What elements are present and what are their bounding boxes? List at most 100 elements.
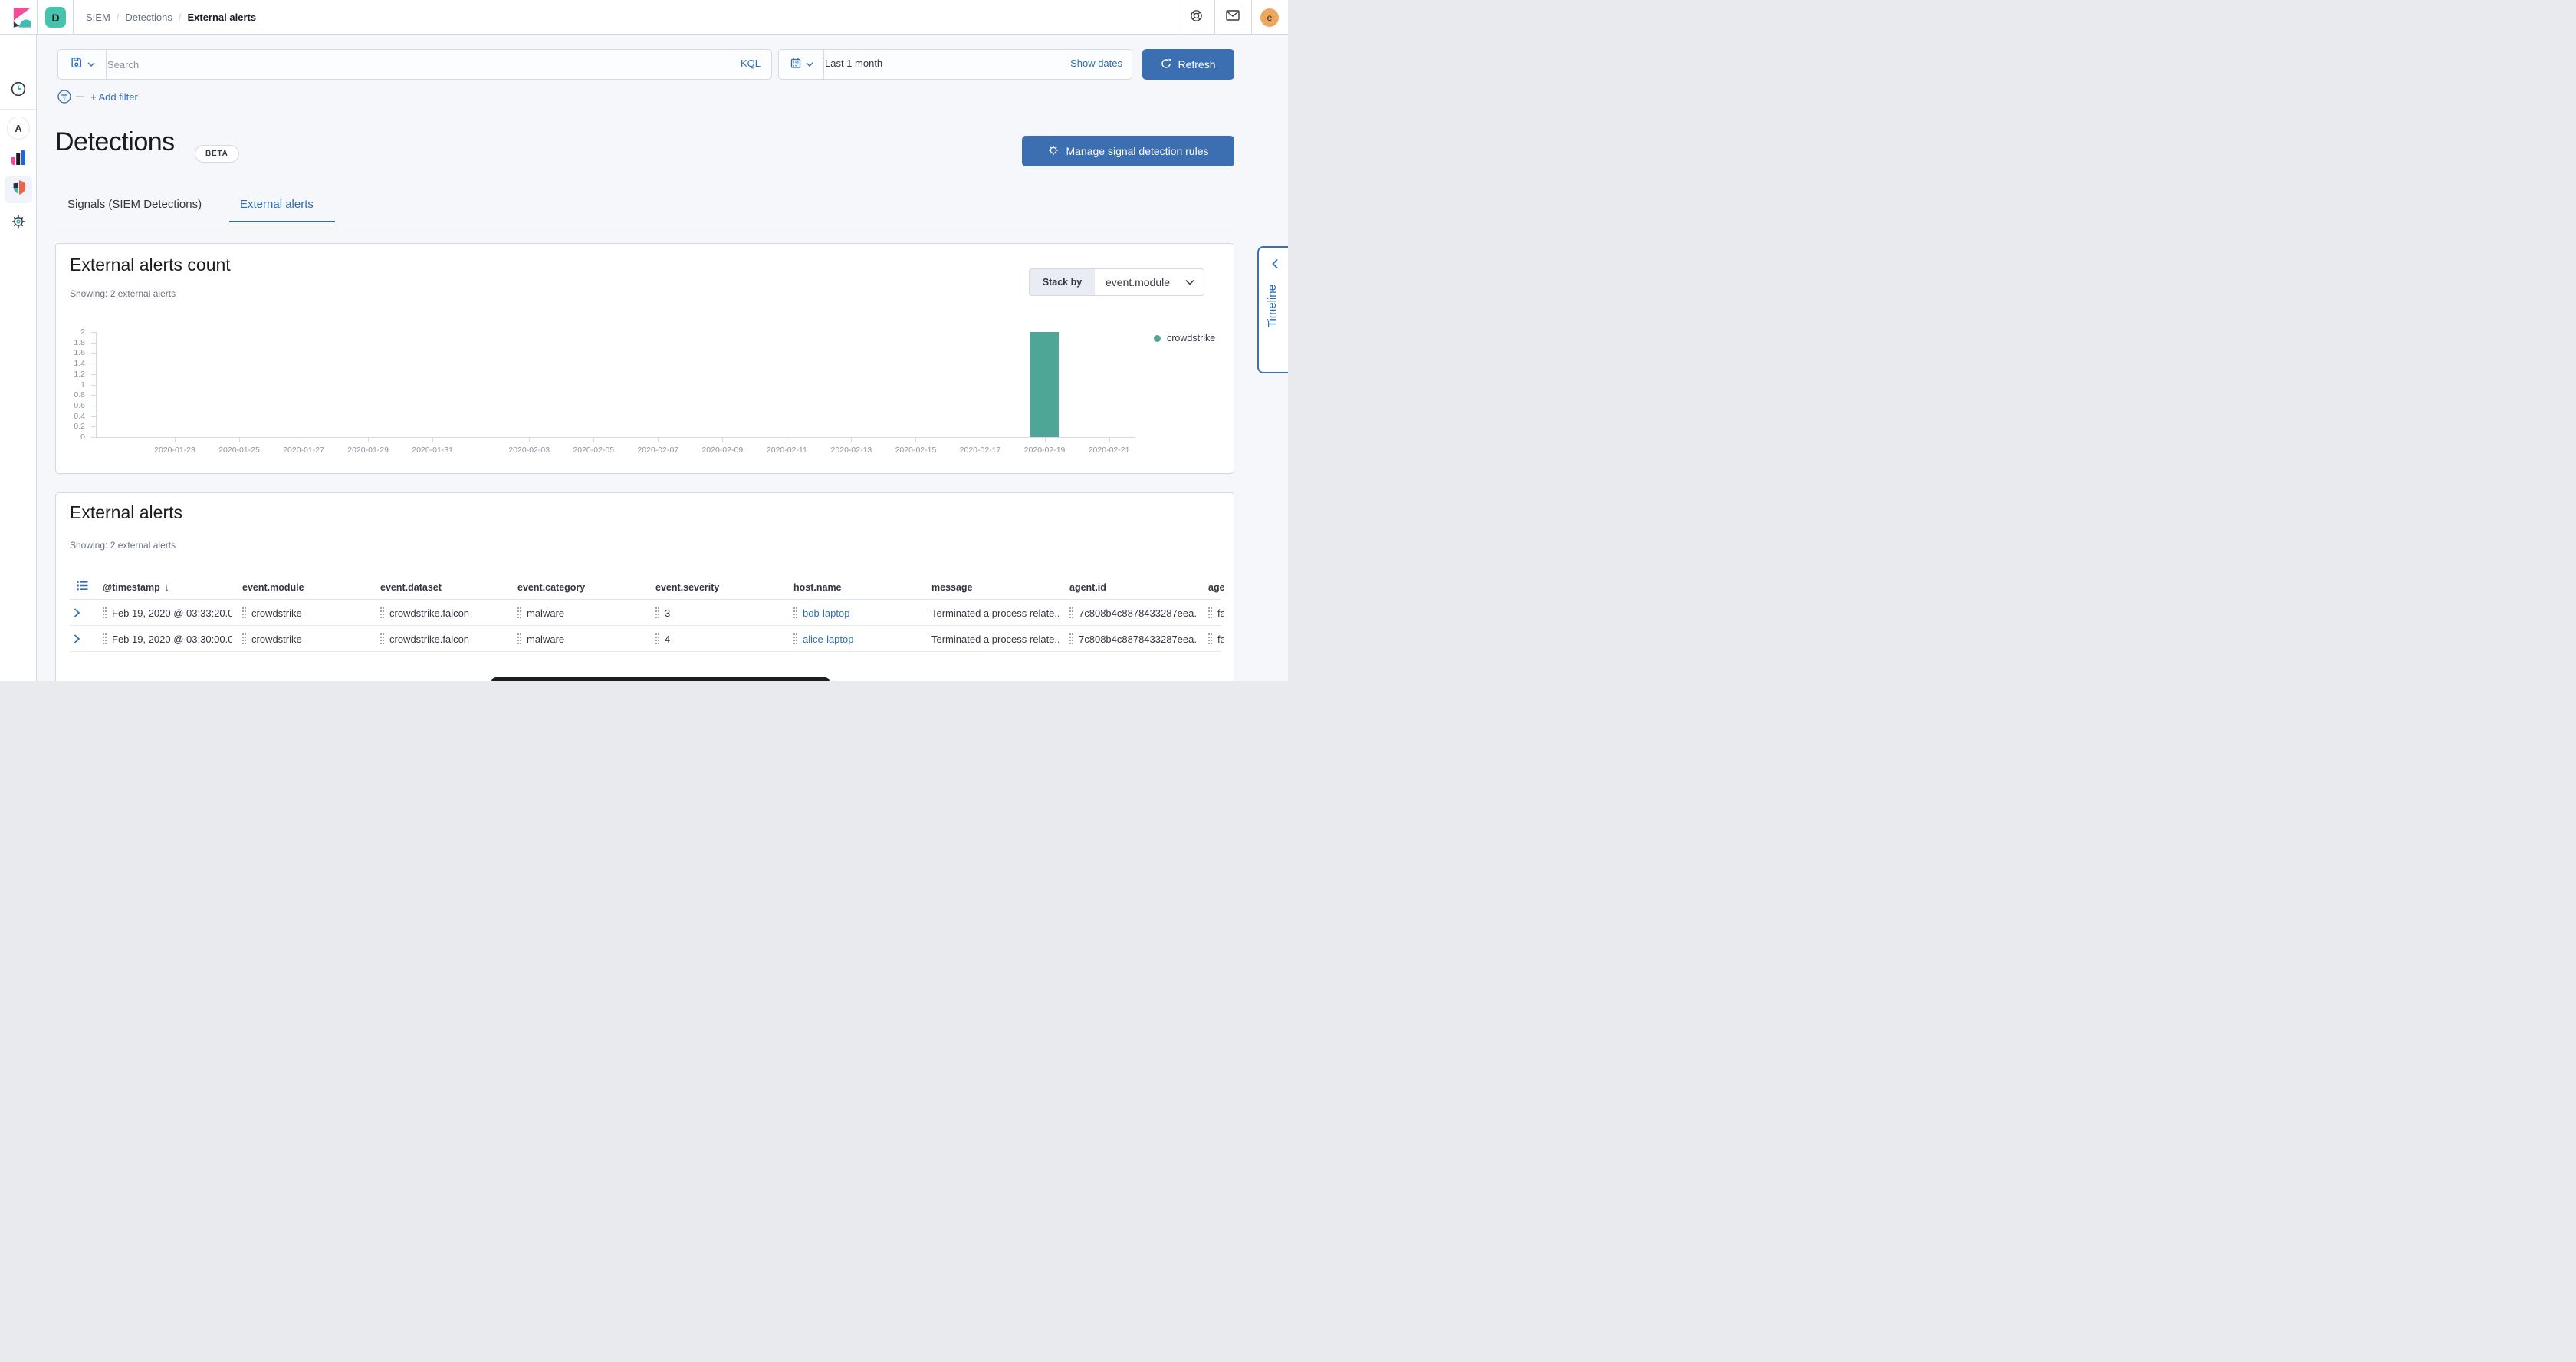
tab-signals[interactable]: Signals (SIEM Detections) <box>67 198 202 211</box>
column-header-agent.id[interactable]: agent.id <box>1070 582 1198 593</box>
chevron-down-icon[interactable] <box>1185 269 1204 295</box>
drag-handle[interactable] <box>518 607 521 618</box>
x-axis-tick <box>1045 437 1046 442</box>
breadcrumb-detections[interactable]: Detections <box>125 12 172 23</box>
sidebar-item-visualize[interactable] <box>0 143 37 174</box>
x-axis-tick-label: 2020-01-29 <box>347 446 389 455</box>
column-header-event.category[interactable]: event.category <box>518 582 645 593</box>
y-axis-tick-label: 1.8 <box>58 338 85 347</box>
date-picker: Last 1 month Show dates <box>778 49 1132 80</box>
expand-row-button[interactable] <box>70 632 84 646</box>
drag-handle[interactable] <box>794 607 797 618</box>
refresh-button[interactable]: Refresh <box>1142 49 1234 80</box>
drag-handle[interactable] <box>656 607 659 618</box>
user-avatar: e <box>1260 8 1279 27</box>
cell-value: fa <box>1217 633 1224 645</box>
divider <box>106 50 107 79</box>
column-header-host.name[interactable]: host.name <box>794 582 921 593</box>
kibana-logo-icon[interactable] <box>12 6 33 29</box>
help-button[interactable] <box>1178 0 1214 35</box>
y-axis-tick-label: 0.8 <box>58 390 85 400</box>
manage-rules-button[interactable]: Manage signal detection rules <box>1022 136 1234 166</box>
refresh-button-label: Refresh <box>1178 58 1215 71</box>
y-axis-tick-label: 1.6 <box>58 348 85 357</box>
drag-handle[interactable] <box>1208 633 1212 644</box>
host-name-link[interactable]: alice-laptop <box>803 633 854 645</box>
stack-by-label: Stack by <box>1030 269 1095 295</box>
sidebar-item-recently-viewed[interactable] <box>0 75 37 106</box>
stack-by-select[interactable]: event.module <box>1095 269 1185 295</box>
drag-handle[interactable] <box>518 633 521 644</box>
x-axis-tick <box>915 437 916 442</box>
cell-agent.id: 7c808b4c8878433287eea... <box>1070 630 1198 647</box>
drag-handle[interactable] <box>380 607 384 618</box>
count-panel-showing: Showing: 2 external alerts <box>70 288 176 299</box>
date-quick-menu-button[interactable] <box>779 50 823 79</box>
y-axis-tick-label: 0.4 <box>58 412 85 421</box>
refresh-icon <box>1161 58 1171 71</box>
y-axis-tick <box>91 437 96 438</box>
cell-event.severity: 3 <box>656 604 783 621</box>
legend-item-crowdstrike[interactable]: crowdstrike <box>1154 333 1215 344</box>
newsfeed-button[interactable] <box>1214 0 1251 35</box>
saved-query-menu-button[interactable] <box>58 50 106 79</box>
drag-handle[interactable] <box>656 633 659 644</box>
cell-event.category: malware <box>518 604 645 621</box>
expand-row-button[interactable] <box>70 606 84 620</box>
drag-handle[interactable] <box>103 607 107 618</box>
cell-event.dataset: crowdstrike.falcon <box>380 604 507 621</box>
cell-value: malware <box>527 607 564 619</box>
sidebar-item-apm[interactable]: A <box>0 113 37 143</box>
search-input[interactable] <box>107 51 713 78</box>
drag-handle[interactable] <box>794 633 797 644</box>
chart-bar-crowdstrike[interactable] <box>1030 332 1059 437</box>
y-axis-tick-label: 1.4 <box>58 359 85 368</box>
column-header-event.module[interactable]: event.module <box>242 582 370 593</box>
show-dates-button[interactable]: Show dates <box>1070 58 1122 69</box>
timeline-bottom-bar[interactable] <box>491 677 830 681</box>
column-header-message[interactable]: message <box>932 582 1059 593</box>
drag-handle[interactable] <box>1070 633 1073 644</box>
column-header-event.dataset[interactable]: event.dataset <box>380 582 507 593</box>
drag-handle[interactable] <box>242 607 246 618</box>
y-axis-tick-label: 0 <box>58 433 85 442</box>
sidebar-item-siem[interactable] <box>0 174 37 205</box>
x-axis-tick <box>239 437 240 442</box>
cell-event.module: crowdstrike <box>242 630 370 647</box>
user-menu-button[interactable]: e <box>1251 0 1288 35</box>
count-panel-title: External alerts count <box>70 255 231 275</box>
cell-value: crowdstrike <box>251 607 302 619</box>
alerts-panel-title: External alerts <box>70 502 182 523</box>
drag-handle[interactable] <box>1208 607 1212 618</box>
cell-value: 7c808b4c8878433287eea... <box>1079 607 1198 619</box>
sidebar-item-management[interactable] <box>0 208 37 239</box>
cell-@timestamp: Feb 19, 2020 @ 03:33:20.000 <box>103 604 232 621</box>
tab-external-alerts[interactable]: External alerts <box>240 198 314 211</box>
cell-value: Terminated a process relate... <box>932 607 1059 619</box>
life-ring-icon <box>1190 9 1203 26</box>
host-name-link[interactable]: bob-laptop <box>803 607 849 619</box>
table-settings-button[interactable] <box>77 580 88 595</box>
column-header-age[interactable]: age <box>1208 582 1224 593</box>
timeline-flyout-tab[interactable]: Timeline <box>1257 246 1288 373</box>
row-separator <box>70 625 1221 626</box>
drag-handle[interactable] <box>380 633 384 644</box>
column-header-event.severity[interactable]: event.severity <box>656 582 783 593</box>
page-title: Detections <box>55 127 175 157</box>
cell-@timestamp: Feb 19, 2020 @ 03:30:00.000 <box>103 630 232 647</box>
kql-syntax-button[interactable]: KQL <box>741 58 761 69</box>
breadcrumb-siem[interactable]: SIEM <box>86 12 110 23</box>
space-badge[interactable]: D <box>45 7 66 28</box>
cell-value: crowdstrike <box>251 633 302 645</box>
time-range-value[interactable]: Last 1 month <box>825 58 882 69</box>
filter-options-button[interactable] <box>58 90 71 104</box>
drag-handle[interactable] <box>242 633 246 644</box>
add-filter-button[interactable]: + Add filter <box>90 91 138 103</box>
cell-value: Feb 19, 2020 @ 03:33:20.000 <box>112 607 232 619</box>
y-axis-tick <box>91 426 96 427</box>
drag-handle[interactable] <box>1070 607 1073 618</box>
y-axis-tick <box>91 395 96 396</box>
drag-handle[interactable] <box>103 633 107 644</box>
cell-value: 4 <box>665 633 670 645</box>
column-header-@timestamp[interactable]: @timestamp↓ <box>103 582 232 593</box>
